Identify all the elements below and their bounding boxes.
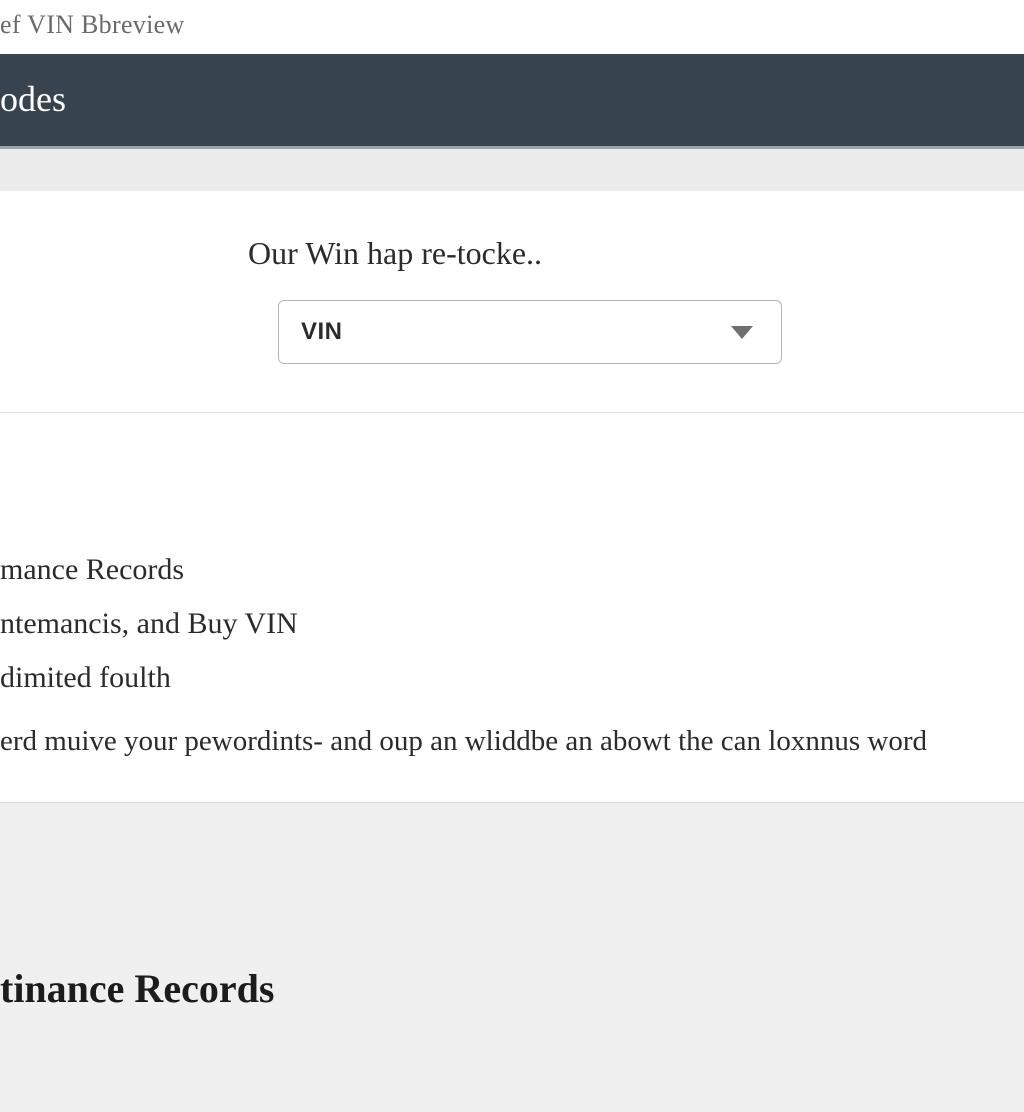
content-line-3: dimited foulth bbox=[0, 661, 1024, 695]
content-block: mance Records ntemancis, and Buy VIN dim… bbox=[0, 413, 1024, 802]
chevron-down-icon bbox=[731, 326, 753, 339]
dropdown-selected-label: VIN bbox=[301, 318, 343, 346]
page-header: odes bbox=[0, 54, 1024, 149]
search-card: Our Win hap re-tocke.. VIN bbox=[0, 191, 1024, 413]
lower-section: tinance Records bbox=[0, 803, 1024, 1112]
browser-tab-title: ef VIN Bbreview bbox=[0, 0, 1024, 54]
content-line-2: ntemancis, and Buy VIN bbox=[0, 607, 1024, 641]
page-header-title: odes bbox=[0, 79, 66, 119]
grey-strip bbox=[0, 149, 1024, 191]
vin-dropdown[interactable]: VIN bbox=[278, 300, 782, 364]
content-line-4: erd muive your pewordints- and oup an wl… bbox=[0, 725, 1024, 758]
content-line-1: mance Records bbox=[0, 553, 1024, 587]
lower-heading: tinance Records bbox=[0, 965, 1024, 1012]
search-prompt: Our Win hap re-tocke.. bbox=[248, 235, 1024, 272]
